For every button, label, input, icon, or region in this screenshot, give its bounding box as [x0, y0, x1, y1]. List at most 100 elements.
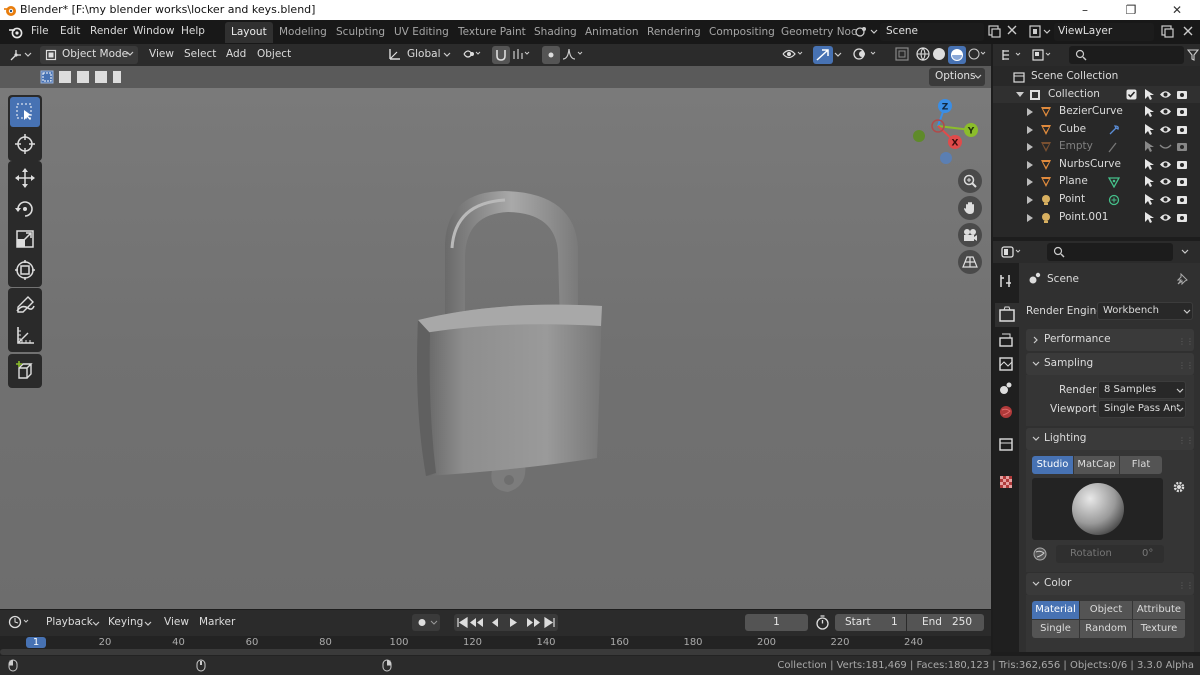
zoom-icon[interactable]	[958, 169, 982, 193]
visibility-icon[interactable]	[782, 47, 806, 61]
end-frame-field[interactable]: End 250	[907, 614, 984, 631]
scene-tab-icon[interactable]	[998, 380, 1014, 396]
expand-arrow-icon[interactable]	[1027, 160, 1033, 169]
gizmo-z-handle[interactable]: Z	[938, 99, 952, 113]
display-mode-icon[interactable]	[1031, 48, 1057, 62]
lighting-studio-button[interactable]: Studio	[1032, 456, 1073, 474]
expand-arrow-icon[interactable]	[1027, 196, 1033, 204]
move-tool[interactable]	[10, 163, 40, 193]
eye-closed-icon[interactable]	[1159, 143, 1172, 151]
menu-render[interactable]: Render	[90, 25, 127, 37]
collection-tab-icon[interactable]	[998, 436, 1014, 452]
eye-icon[interactable]	[1159, 124, 1172, 135]
expand-arrow-icon[interactable]	[1027, 108, 1033, 116]
color-texture-button[interactable]: Texture	[1133, 620, 1185, 638]
snap-target-icon[interactable]	[512, 47, 532, 61]
delete-scene-icon[interactable]	[1006, 24, 1018, 36]
modifier-data-icon[interactable]	[1108, 194, 1120, 206]
exclude-checkbox[interactable]	[1126, 89, 1137, 100]
lighting-flat-button[interactable]: Flat	[1120, 456, 1162, 474]
xray-icon[interactable]	[895, 47, 909, 61]
close-button[interactable]: ✕	[1154, 0, 1200, 20]
modifier-data-icon[interactable]	[1108, 176, 1120, 189]
outliner-editor-type-icon[interactable]	[1001, 48, 1027, 62]
shading-wireframe-icon[interactable]	[916, 47, 930, 61]
tab-geometry-nodes[interactable]: Geometry Noc	[775, 22, 863, 43]
menu-select[interactable]: Select	[184, 48, 216, 60]
timeline-scrollbar[interactable]	[0, 649, 991, 655]
outliner-row-point-001[interactable]: Point.001	[993, 209, 1200, 227]
blender-menu-icon[interactable]	[8, 25, 24, 39]
cursor-tool[interactable]	[10, 129, 40, 159]
color-material-button[interactable]: Material	[1032, 601, 1079, 619]
render-samples-dropdown[interactable]: 8 Samples	[1098, 381, 1186, 399]
world-space-lighting-icon[interactable]	[1033, 547, 1047, 561]
scene-browse-button[interactable]	[853, 23, 879, 41]
outliner-row-nurbscurve[interactable]: NurbsCurve	[993, 156, 1200, 174]
start-frame-field[interactable]: Start 1	[835, 614, 906, 631]
new-viewlayer-icon[interactable]	[1160, 24, 1174, 38]
viewlayer-name-field[interactable]: ViewLayer	[1054, 23, 1154, 41]
outliner-search-input[interactable]	[1069, 46, 1184, 64]
proportional-edit-icon[interactable]	[542, 46, 560, 64]
play-icon[interactable]	[510, 618, 517, 627]
tab-shading[interactable]: Shading	[528, 22, 583, 43]
render-tab-icon[interactable]	[995, 303, 1019, 327]
selectable-cursor-icon[interactable]	[1143, 88, 1155, 101]
outliner-row-scene-collection[interactable]: Scene Collection	[993, 68, 1200, 86]
camera-view-icon[interactable]	[958, 223, 982, 247]
maximize-button[interactable]: ❐	[1108, 0, 1154, 20]
eye-icon[interactable]	[1159, 212, 1172, 223]
gear-icon[interactable]	[1172, 480, 1186, 494]
sampling-panel-header[interactable]: Sampling ⋮⋮	[1026, 353, 1194, 375]
timeline-menu-view[interactable]: View	[164, 616, 189, 628]
perspective-grid-icon[interactable]	[958, 250, 982, 274]
measure-tool[interactable]	[10, 320, 40, 350]
camera-render-icon[interactable]	[1176, 194, 1188, 205]
tab-compositing[interactable]: Compositing	[703, 22, 781, 43]
expand-arrow-icon[interactable]	[1027, 213, 1033, 222]
shading-solid-icon[interactable]	[932, 47, 946, 61]
gizmo-neg-z-handle[interactable]	[940, 152, 952, 164]
minimize-button[interactable]: –	[1062, 0, 1108, 20]
eye-icon[interactable]	[1159, 89, 1172, 100]
timeline-menu-playback[interactable]: Playback	[46, 616, 93, 628]
view-layer-tab-icon[interactable]	[998, 356, 1014, 372]
properties-search-input[interactable]	[1047, 243, 1173, 261]
transform-orientation-dropdown[interactable]: Global	[407, 48, 441, 60]
color-attribute-button[interactable]: Attribute	[1133, 601, 1185, 619]
play-reverse-icon[interactable]	[492, 618, 498, 627]
viewlayer-browse-button[interactable]	[1028, 23, 1054, 41]
options-dropdown[interactable]: Options	[929, 68, 985, 86]
shading-material-icon[interactable]	[948, 46, 966, 64]
performance-panel-header[interactable]: Performance ⋮⋮	[1026, 329, 1194, 351]
jump-end-icon[interactable]	[544, 616, 555, 629]
timeline-editor-type-icon[interactable]	[8, 615, 34, 629]
drag-handle-icon[interactable]: ⋮⋮	[1178, 581, 1194, 590]
timeline-ruler[interactable]: 1 20 40 60 80 100 120 140 160 180 200 220 240	[0, 636, 991, 656]
menu-file[interactable]: File	[31, 25, 49, 37]
drag-handle-icon[interactable]: ⋮⋮	[1178, 436, 1194, 445]
outliner-row-plane[interactable]: Plane	[993, 173, 1200, 191]
new-scene-icon[interactable]	[987, 24, 1001, 38]
menu-edit[interactable]: Edit	[60, 25, 80, 37]
color-panel-header[interactable]: Color ⋮⋮	[1026, 573, 1194, 595]
texture-tab-icon[interactable]	[998, 474, 1014, 490]
timeline-menu-marker[interactable]: Marker	[199, 616, 235, 628]
transform-tool[interactable]	[10, 255, 40, 285]
scale-tool[interactable]	[10, 224, 40, 254]
properties-editor-type-icon[interactable]	[1001, 245, 1027, 259]
expand-arrow-icon[interactable]	[1027, 178, 1033, 187]
eye-icon[interactable]	[1159, 106, 1172, 117]
selectable-cursor-icon[interactable]	[1143, 193, 1155, 206]
menu-help[interactable]: Help	[181, 25, 205, 37]
drag-handle-icon[interactable]: ⋮⋮	[1178, 337, 1194, 346]
camera-render-icon[interactable]	[1176, 212, 1188, 223]
world-tab-icon[interactable]	[998, 404, 1014, 420]
pivot-point-icon[interactable]	[462, 47, 484, 61]
annotate-tool[interactable]	[10, 290, 40, 320]
playhead[interactable]: 1	[26, 637, 46, 648]
3d-viewport[interactable]	[0, 44, 991, 609]
menu-add[interactable]: Add	[226, 48, 246, 60]
outliner-row-empty[interactable]: Empty	[993, 138, 1200, 156]
